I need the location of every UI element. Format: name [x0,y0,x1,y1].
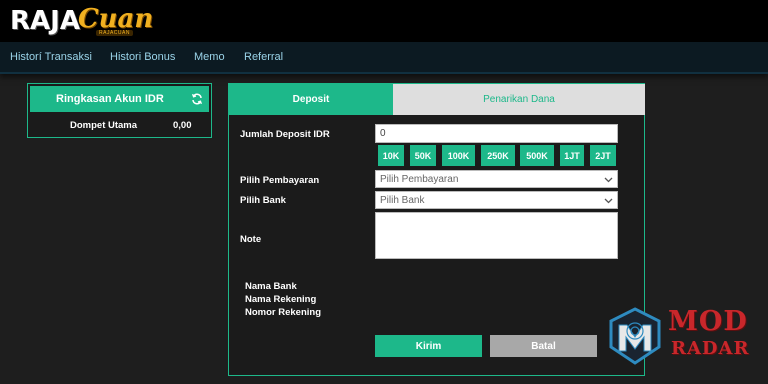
refresh-icon[interactable] [191,93,203,105]
deposit-panel: Deposit Penarikan Dana Jumlah Deposit ID… [228,83,645,376]
main-nav: Historí Transaksi Histori Bonus Memo Ref… [0,42,768,74]
nav-item-bonus-history[interactable]: Histori Bonus [110,51,175,63]
main-wallet-label: Dompet Utama [70,120,138,131]
radar-shield-icon [609,307,661,365]
quick-amount-50k-button[interactable]: 50K [410,145,436,166]
watermark-mod-text: MOD [668,306,748,337]
quick-amount-500k-button[interactable]: 500K [520,145,554,166]
chevron-down-icon [604,177,613,183]
bank-select[interactable]: Pilih Bank [375,191,618,209]
quick-amount-1jt-button[interactable]: 1JT [560,145,584,166]
chevron-down-icon [604,198,613,204]
payment-method-select[interactable]: Pilih Pembayaran [375,170,618,188]
watermark-radar-text: RADAR [671,338,750,359]
account-name-label: Nama Rekening [245,294,317,305]
tab-withdraw[interactable]: Penarikan Dana [393,84,645,115]
logo-text-raja: RAJA [10,6,80,36]
logo-subtext: RAJACUAN [96,30,133,36]
cancel-button[interactable]: Batal [490,335,597,357]
payment-method-value: Pilih Pembayaran [380,173,459,185]
account-summary-title: Ringkasan Akun IDR [56,93,164,105]
note-label: Note [240,234,262,245]
nav-item-memo[interactable]: Memo [194,51,225,63]
bank-label: Pilih Bank [240,195,286,206]
note-textarea[interactable] [375,212,618,259]
bank-value: Pilih Bank [380,194,425,206]
payment-method-label: Pilih Pembayaran [240,175,320,186]
tab-deposit[interactable]: Deposit [229,84,393,115]
top-header: RAJA Cuan RAJACUAN [0,0,768,42]
bank-name-label: Nama Bank [245,281,297,292]
main-wallet-balance: 0,00 [173,120,192,131]
brand-logo[interactable]: RAJA Cuan RAJACUAN [10,4,153,38]
account-summary-card: Ringkasan Akun IDR Dompet Utama 0,00 [27,83,212,138]
watermark: MOD RADAR [605,305,755,367]
quick-amount-250k-button[interactable]: 250K [481,145,515,166]
quick-amount-2jt-button[interactable]: 2JT [590,145,616,166]
nav-item-referral[interactable]: Referral [244,51,283,63]
nav-item-transaction-history[interactable]: Historí Transaksi [10,51,92,63]
deposit-amount-label: Jumlah Deposit IDR [240,129,330,140]
account-number-label: Nomor Rekening [245,307,322,318]
account-summary-header: Ringkasan Akun IDR [30,86,209,112]
deposit-amount-input[interactable]: 0 [375,124,618,143]
quick-amount-10k-button[interactable]: 10K [378,145,404,166]
quick-amount-100k-button[interactable]: 100K [442,145,475,166]
submit-button[interactable]: Kirim [375,335,482,357]
